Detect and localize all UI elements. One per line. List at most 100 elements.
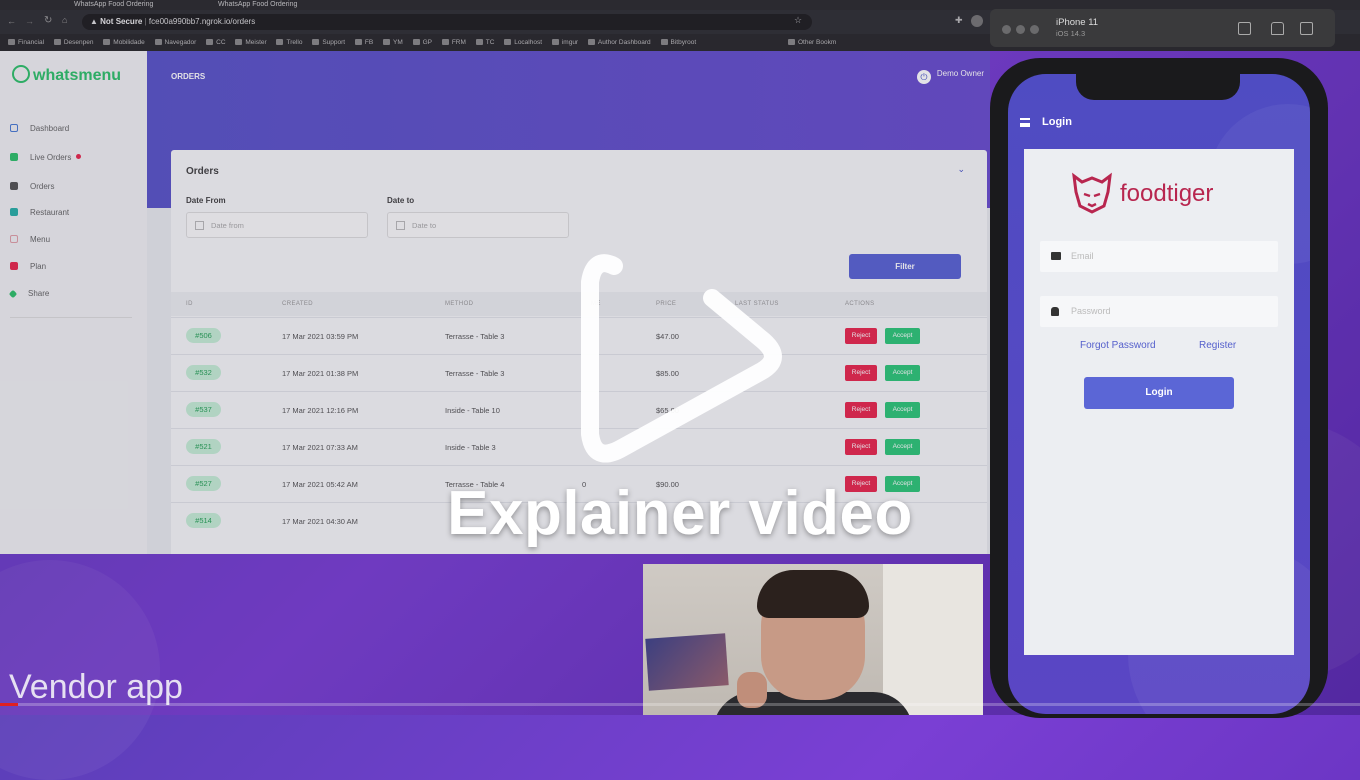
bookmark-item[interactable]: GP — [413, 34, 432, 51]
sidebar-item-label: Live Orders — [30, 153, 72, 162]
address-bar[interactable]: ▲ Not Secure | fce00a990bb7.ngrok.io/ord… — [82, 14, 812, 30]
order-method: Terrasse - Table 3 — [445, 369, 505, 378]
sidebar-item-label: Restaurant — [30, 208, 70, 217]
simulator-os-version: iOS 14.3 — [1056, 29, 1086, 38]
sidebar-item-label: Dashboard — [30, 124, 70, 133]
date-from-input[interactable]: Date from — [186, 212, 368, 238]
bookmark-item[interactable]: YM — [383, 34, 403, 51]
bookmark-item[interactable]: Bitbyroot — [661, 34, 697, 51]
reject-button[interactable]: Reject — [845, 402, 877, 418]
sidebar-item-label: Orders — [30, 182, 55, 191]
sidebar-item-orders[interactable]: Orders — [10, 182, 54, 191]
sidebar-item-menu[interactable]: Menu — [10, 235, 50, 244]
forgot-password-link[interactable]: Forgot Password — [1080, 340, 1156, 351]
sidebar-item-restaurant[interactable]: Restaurant — [10, 208, 69, 217]
email-field[interactable]: Email — [1040, 241, 1278, 272]
chevron-down-icon[interactable]: ⌄ — [957, 164, 965, 175]
profile-icon[interactable] — [971, 15, 983, 27]
date-from-placeholder: Date from — [211, 221, 244, 230]
accept-button[interactable]: Accept — [885, 439, 920, 455]
bookmark-item[interactable]: Trello — [276, 34, 302, 51]
reject-button[interactable]: Reject — [845, 439, 877, 455]
bookmark-item[interactable]: Financial — [8, 34, 44, 51]
order-id-badge[interactable]: #521 — [186, 439, 221, 454]
page-title: ORDERS — [171, 72, 206, 81]
extensions-icon[interactable]: ✚ — [955, 15, 963, 26]
bookmark-item[interactable]: Desenpen — [54, 34, 94, 51]
browser-tab[interactable]: WhatsApp Food Ordering — [74, 0, 153, 10]
bookmark-item[interactable]: Mobilidade — [103, 34, 144, 51]
url-text: fce00a990bb7.ngrok.io/orders — [148, 17, 256, 26]
sidebar-item-live-orders[interactable]: Live Orders — [10, 153, 82, 162]
close-window-icon[interactable] — [1002, 25, 1011, 34]
security-label: Not Secure — [100, 17, 143, 26]
password-field[interactable]: Password — [1040, 296, 1278, 327]
accept-button[interactable]: Accept — [885, 365, 920, 381]
rotate-icon[interactable] — [1300, 22, 1313, 35]
credit-card-icon — [10, 262, 18, 270]
bookmark-item[interactable]: imgur — [552, 34, 578, 51]
order-id-badge[interactable]: #506 — [186, 328, 221, 343]
reload-icon[interactable]: ↻ — [44, 15, 52, 26]
bookmark-item[interactable]: Navegador — [155, 34, 197, 51]
lock-icon — [1051, 307, 1059, 316]
home-icon[interactable]: ⌂ — [62, 15, 67, 25]
presenter-hair — [757, 570, 869, 618]
sidebar-item-dashboard[interactable]: Dashboard — [10, 124, 69, 133]
accept-button[interactable]: Accept — [885, 402, 920, 418]
power-icon: ⏻ — [916, 70, 931, 84]
calendar-icon — [396, 221, 405, 230]
hamburger-menu-icon[interactable] — [1020, 118, 1030, 127]
bookmark-item[interactable]: TC — [476, 34, 495, 51]
login-screen-title: Login — [1042, 116, 1072, 128]
app-logo[interactable]: whatsmenu — [12, 65, 121, 85]
accept-button[interactable]: Accept — [885, 328, 920, 344]
order-method: Inside - Table 10 — [445, 406, 500, 415]
reject-button[interactable]: Reject — [845, 328, 877, 344]
envelope-icon — [1051, 252, 1061, 260]
screenshot-icon[interactable] — [1238, 22, 1251, 35]
order-id-badge[interactable]: #532 — [186, 365, 221, 380]
home-button-icon[interactable] — [1271, 22, 1284, 35]
bookmark-item[interactable]: Author Dashboard — [588, 34, 651, 51]
wall-picture — [645, 633, 729, 691]
email-placeholder: Email — [1071, 251, 1094, 261]
date-to-input[interactable]: Date to — [387, 212, 569, 238]
user-name: Demo Owner — [936, 69, 984, 78]
forward-icon[interactable]: → — [25, 16, 34, 26]
order-id-badge[interactable]: #537 — [186, 402, 221, 417]
simulator-device-name: iPhone 11 — [1056, 17, 1099, 28]
brand-name: foodtiger — [1120, 180, 1214, 207]
order-created: 17 Mar 2021 03:59 PM — [282, 332, 359, 341]
sidebar-item-plan[interactable]: Plan — [10, 262, 46, 271]
play-icon[interactable] — [574, 238, 794, 478]
sidebar-item-share[interactable]: Share — [8, 289, 49, 299]
order-created: 17 Mar 2021 01:38 PM — [282, 369, 359, 378]
zoom-window-icon[interactable] — [1030, 25, 1039, 34]
register-link[interactable]: Register — [1199, 340, 1236, 351]
bookmark-item[interactable]: CC — [206, 34, 225, 51]
bookmark-item[interactable]: Other Bookm — [788, 34, 836, 51]
monitor-icon — [10, 124, 18, 132]
bookmark-item[interactable]: FB — [355, 34, 373, 51]
back-icon[interactable]: ← — [7, 16, 16, 26]
webcam-wall — [883, 564, 983, 715]
order-method: Inside - Table 3 — [445, 443, 496, 452]
sidebar-item-label: Menu — [30, 235, 51, 244]
bookmark-item[interactable]: FRM — [442, 34, 466, 51]
star-icon[interactable]: ☆ — [794, 15, 802, 26]
bookmark-item[interactable]: Support — [312, 34, 345, 51]
sidebar-item-label: Plan — [30, 262, 47, 271]
login-button[interactable]: Login — [1084, 377, 1234, 409]
browser-tab-active[interactable]: WhatsApp Food Ordering — [218, 0, 297, 10]
minimize-window-icon[interactable] — [1016, 25, 1025, 34]
reject-button[interactable]: Reject — [845, 365, 877, 381]
whatsapp-icon — [12, 65, 30, 83]
user-menu[interactable]: ⏻ Demo Owner — [916, 69, 984, 84]
bookmark-item[interactable]: Localhost — [504, 34, 542, 51]
simulator-toolbar: iPhone 11 iOS 14.3 — [990, 9, 1335, 47]
filter-button[interactable]: Filter — [849, 254, 961, 279]
video-progress-bar[interactable] — [0, 703, 1360, 706]
bookmark-item[interactable]: Meister — [235, 34, 266, 51]
order-created: 17 Mar 2021 12:16 PM — [282, 406, 359, 415]
